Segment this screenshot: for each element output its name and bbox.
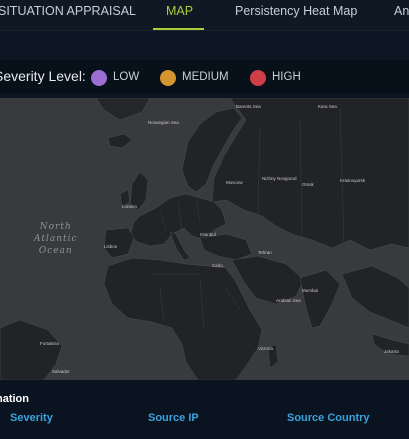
- low-severity-dot: [91, 70, 107, 86]
- events-table-title: nation: [0, 393, 29, 405]
- column-header-source-country[interactable]: Source Country: [287, 412, 370, 424]
- medium-severity-dot: [160, 70, 176, 86]
- tab-analytics[interactable]: An: [394, 0, 409, 30]
- ocean-label: North Atlantic Ocean: [34, 221, 78, 257]
- severity-legend: Severity Level: LOW MEDIUM HIGH: [0, 60, 409, 94]
- active-tab-indicator: [153, 28, 204, 30]
- map-label-victoria: Victoria: [258, 346, 273, 351]
- map-label-arabian-sea: Arabian Sea: [276, 298, 301, 303]
- tab-situation-appraisal[interactable]: SITUATION APPRAISAL: [0, 0, 136, 30]
- map-label-krasnoyarsk: Krasnoyarsk: [340, 178, 366, 183]
- column-header-source-ip[interactable]: Source IP: [148, 412, 199, 424]
- map-label-mumbai: Mumbai: [302, 288, 319, 293]
- column-header-severity[interactable]: Severity: [10, 412, 53, 424]
- map-label-istanbul: Istanbul: [200, 232, 216, 237]
- tab-bar: SITUATION APPRAISAL MAP Persistency Heat…: [0, 0, 409, 31]
- map-label-tehran: Tehran: [258, 250, 272, 255]
- legend-label-medium: MEDIUM: [182, 71, 229, 83]
- map-label-jakarta: Jakarta: [384, 349, 399, 354]
- map-label-kara-sea: Kara Sea: [318, 104, 337, 109]
- tab-persistency-heat-map[interactable]: Persistency Heat Map: [235, 0, 357, 30]
- map-label-fortaleza: Fortaleza: [40, 341, 59, 346]
- ocean-label-line-1: North: [39, 222, 72, 232]
- events-table: nation Severity Source IP Source Country: [0, 380, 409, 439]
- legend-label-low: LOW: [113, 71, 140, 83]
- legend-label-high: HIGH: [272, 71, 301, 83]
- tab-map[interactable]: MAP: [166, 0, 193, 30]
- map-label-cairo: Cairo: [212, 263, 223, 268]
- map-label-nizhny-novgorod: Nizhny Novgorod: [262, 176, 297, 181]
- map-label-barents-sea: Barents Sea: [236, 104, 261, 109]
- map-label-omsk: Omsk: [302, 182, 314, 187]
- ocean-label-line-3: Ocean: [38, 246, 73, 256]
- map-label-lisbon: Lisbon: [104, 244, 118, 249]
- legend-title: Severity Level:: [0, 68, 86, 84]
- high-severity-dot: [250, 70, 266, 86]
- map-label-london: London: [122, 204, 138, 209]
- map-label-salvador: Salvador: [52, 369, 70, 374]
- world-map[interactable]: North Atlantic Ocean London Moscow Nizhn…: [0, 98, 409, 380]
- ocean-label-line-2: Atlantic: [34, 234, 78, 244]
- map-label-moscow: Moscow: [226, 180, 243, 185]
- map-label-norwegian-sea: Norwegian Sea: [148, 120, 179, 125]
